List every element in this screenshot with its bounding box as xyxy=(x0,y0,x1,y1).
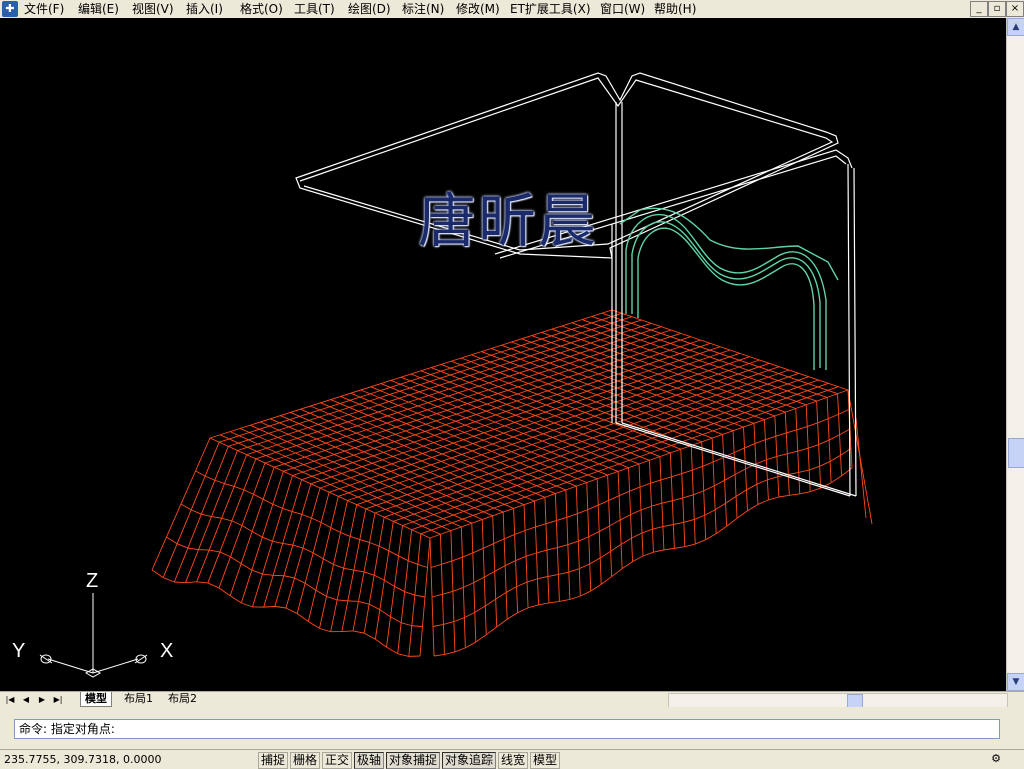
menu-edit[interactable]: 编辑(E) xyxy=(78,1,119,17)
scroll-down-button[interactable]: ▼ xyxy=(1007,673,1024,691)
menu-format[interactable]: 格式(O) xyxy=(240,1,283,17)
scroll-up-button[interactable]: ▲ xyxy=(1007,18,1024,36)
menu-help[interactable]: 帮助(H) xyxy=(654,1,696,17)
tab-first-icon[interactable]: |◀ xyxy=(4,693,16,706)
ucs-axis-icon xyxy=(0,573,170,693)
otrack-toggle[interactable]: 对象追踪 xyxy=(442,752,496,769)
headboard xyxy=(620,208,838,370)
command-prompt: 命令: 指定对角点: xyxy=(19,721,115,737)
ucs-z-label: Z xyxy=(86,570,98,593)
ucs-x-label: X xyxy=(160,640,173,663)
minimize-button[interactable]: _ xyxy=(970,1,988,17)
status-bar: 235.7755, 309.7318, 0.0000 捕捉 栅格 正交 极轴 对… xyxy=(0,749,1024,769)
model-toggle[interactable]: 模型 xyxy=(530,752,560,769)
menu-view[interactable]: 视图(V) xyxy=(132,1,174,17)
ucs-y-label: Y xyxy=(12,640,25,663)
tab-model[interactable]: 模型 xyxy=(80,692,112,707)
menu-window[interactable]: 窗口(W) xyxy=(600,1,645,17)
vertical-scroll-thumb[interactable] xyxy=(1008,438,1024,468)
tab-prev-icon[interactable]: ◀ xyxy=(20,693,32,706)
lineweight-toggle[interactable]: 线宽 xyxy=(498,752,528,769)
horizontal-scroll-thumb[interactable] xyxy=(847,694,863,708)
grid-toggle[interactable]: 栅格 xyxy=(290,752,320,769)
restore-button[interactable]: ▫ xyxy=(988,1,1006,17)
signature-title: 唐昕晨 xyxy=(418,174,598,258)
tab-layout1[interactable]: 布局1 xyxy=(120,692,157,706)
app-icon[interactable]: ✚ xyxy=(2,1,18,17)
layout-tab-bar: |◀ ◀ ▶ ▶| 模型 布局1 布局2 xyxy=(0,691,1024,708)
menu-dimension[interactable]: 标注(N) xyxy=(402,1,444,17)
tab-last-icon[interactable]: ▶| xyxy=(52,693,64,706)
menu-modify[interactable]: 修改(M) xyxy=(456,1,500,17)
tray-settings-icon[interactable]: ⚙ xyxy=(988,752,1004,766)
menu-insert[interactable]: 插入(I) xyxy=(186,1,223,17)
command-window: 命令: 指定对角点: xyxy=(0,707,1024,749)
menu-bar: ✚ 文件(F) 编辑(E) 视图(V) 插入(I) 格式(O) 工具(T) 绘图… xyxy=(0,0,1024,19)
tab-layout2[interactable]: 布局2 xyxy=(164,692,201,706)
menu-tools[interactable]: 工具(T) xyxy=(294,1,335,17)
snap-toggle[interactable]: 捕捉 xyxy=(258,752,288,769)
drawing-canvas[interactable]: 唐昕晨 Z Y X xyxy=(0,18,1006,691)
polar-toggle[interactable]: 极轴 xyxy=(354,752,384,769)
coordinate-readout: 235.7755, 309.7318, 0.0000 xyxy=(4,752,161,767)
menu-draw[interactable]: 绘图(D) xyxy=(348,1,391,17)
osnap-toggle[interactable]: 对象捕捉 xyxy=(386,752,440,769)
menu-file[interactable]: 文件(F) xyxy=(24,1,64,17)
ortho-toggle[interactable]: 正交 xyxy=(322,752,352,769)
menu-et-tools[interactable]: ET扩展工具(X) xyxy=(510,1,591,17)
tab-next-icon[interactable]: ▶ xyxy=(36,693,48,706)
bedspread-mesh xyxy=(152,310,872,656)
command-line-input[interactable]: 命令: 指定对角点: xyxy=(14,719,1000,739)
vertical-scrollbar[interactable]: ▲ ▼ xyxy=(1006,18,1024,691)
close-button[interactable]: × xyxy=(1006,1,1024,17)
